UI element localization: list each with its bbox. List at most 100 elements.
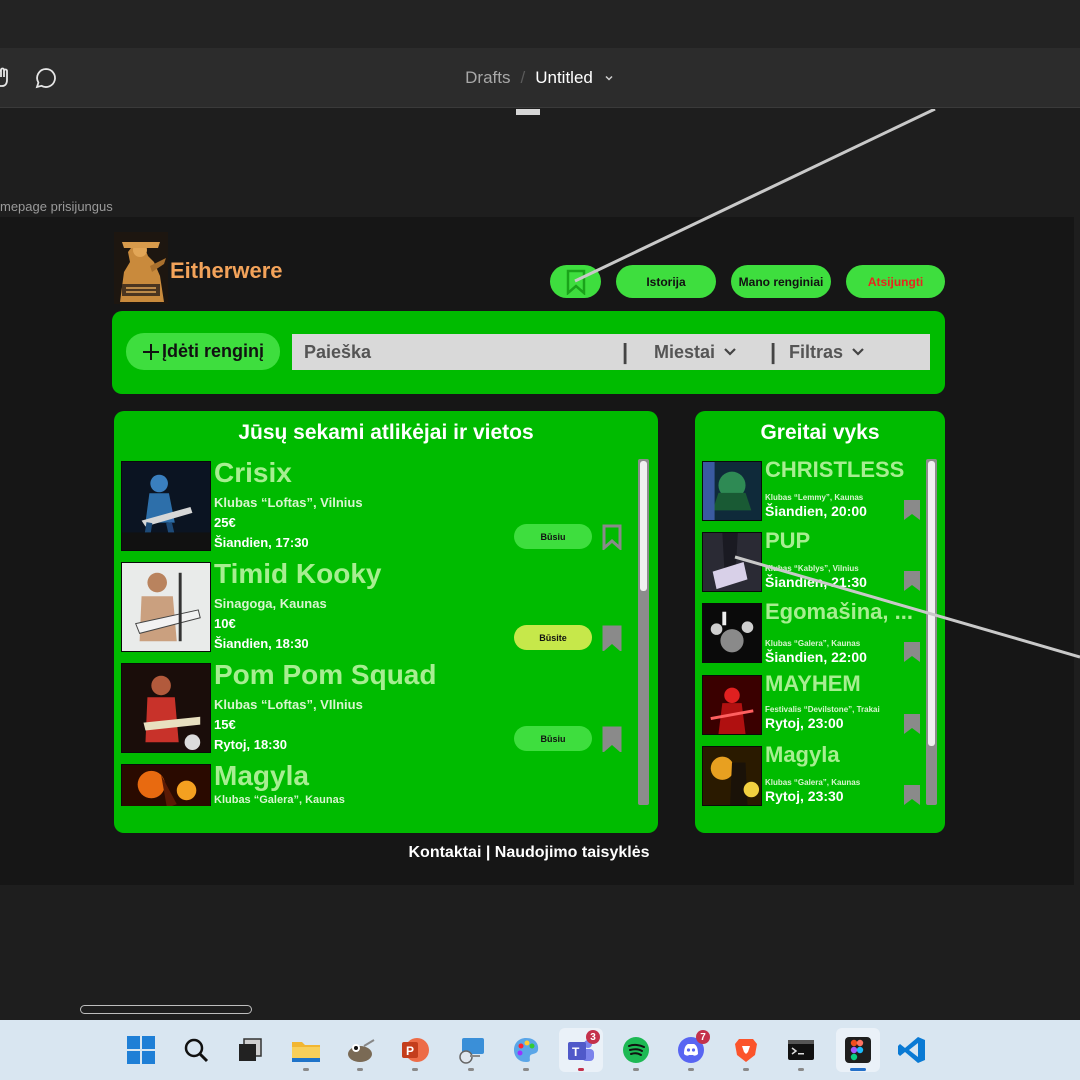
event-venue: Klubas “Kablys”, Vilnius [765, 564, 859, 573]
event-time: Rytoj, 23:00 [765, 715, 844, 731]
search-input[interactable]: Paieška | Miestai | Filtras [292, 334, 930, 370]
teams-button[interactable]: T 3 [559, 1028, 603, 1072]
event-name: CHRISTLESS [765, 461, 905, 482]
brave-button[interactable] [724, 1028, 768, 1072]
bookmark-icon[interactable] [602, 726, 622, 752]
svg-text:T: T [572, 1045, 580, 1059]
notification-badge: 3 [586, 1030, 600, 1044]
scrollbar-thumb[interactable] [640, 461, 647, 591]
event-venue: Klubas “Galera”, Kaunas [765, 778, 861, 787]
attending-button[interactable]: Būsite [514, 625, 592, 650]
bookmarks-button[interactable] [550, 265, 601, 298]
taskbar-search-button[interactable] [174, 1028, 218, 1072]
my-events-button[interactable]: Mano renginiai [731, 265, 831, 298]
svg-text:P: P [406, 1044, 414, 1058]
logout-button[interactable]: Atsijungti [846, 265, 945, 298]
event-time: Rytoj, 23:30 [765, 788, 844, 804]
breadcrumb: Drafts / Untitled [0, 48, 1080, 108]
spotify-button[interactable] [614, 1028, 658, 1072]
scrollbar[interactable] [638, 459, 649, 805]
figma-icon [845, 1037, 871, 1063]
start-button[interactable] [119, 1028, 163, 1072]
paint-button[interactable] [504, 1028, 548, 1072]
event-photo [702, 532, 762, 592]
event-name: MAYHEM [765, 671, 861, 696]
file-explorer-button[interactable] [284, 1028, 328, 1072]
soon-list[interactable]: CHRISTLESS Klubas “Lemmy”, Kaunas Šiandi… [702, 461, 928, 806]
running-indicator [468, 1068, 474, 1071]
event-name: Magyla [765, 742, 840, 767]
event-time: Rytoj, 18:30 [214, 737, 287, 752]
running-indicator [798, 1068, 804, 1071]
event-price: 10€ [214, 616, 236, 631]
bookmark-icon[interactable] [903, 713, 921, 735]
powerpoint-button[interactable]: P [393, 1028, 437, 1072]
frame-label[interactable]: mepage prisijungus [0, 199, 113, 214]
bookmark-icon[interactable] [903, 570, 921, 592]
cities-label: Miestai [654, 341, 716, 362]
footer-links[interactable]: Kontaktai | Naudojimo taisyklės [0, 844, 1066, 862]
discord-button[interactable]: 7 [669, 1028, 713, 1072]
running-indicator [357, 1068, 363, 1071]
figma-button[interactable] [836, 1028, 880, 1072]
event-price: 15€ [214, 717, 236, 732]
taskbar: P T 3 7 [0, 1020, 1080, 1080]
bookmark-icon[interactable] [903, 641, 921, 663]
running-indicator [578, 1068, 584, 1071]
canvas-horizontal-scrollbar[interactable] [80, 1005, 252, 1014]
event-name: PUP [765, 528, 811, 553]
chevron-down-icon[interactable] [603, 72, 615, 84]
event-name: Magyla [214, 760, 309, 791]
scrollbar-thumb[interactable] [928, 461, 935, 746]
file-title[interactable]: Untitled [535, 68, 593, 88]
search-icon [184, 1038, 209, 1063]
homepage-frame[interactable]: Eitherwere Istorija Mano renginiai Atsij… [0, 217, 1074, 885]
window-top-strip [0, 0, 1080, 48]
followed-panel: Jūsų sekami atlikėjai ir vietos Crisix K… [114, 411, 658, 833]
remote-desktop-button[interactable] [449, 1028, 493, 1072]
bookmark-icon[interactable] [602, 524, 622, 550]
attend-button[interactable]: Būsiu [514, 524, 592, 549]
event-name: Egomašina, ... [765, 599, 913, 624]
breadcrumb-separator: / [520, 68, 526, 87]
history-button[interactable]: Istorija [616, 265, 716, 298]
event-venue: Klubas “Loftas”, VIlnius [214, 697, 363, 712]
site-name[interactable]: Eitherwere [170, 258, 283, 284]
running-indicator [412, 1068, 418, 1071]
powerpoint-icon: P [402, 1038, 429, 1062]
bookmark-icon[interactable] [903, 784, 921, 806]
event-time: Šiandien, 22:00 [765, 649, 867, 665]
vscode-button[interactable] [890, 1028, 934, 1072]
running-indicator [303, 1068, 309, 1071]
event-name: Timid Kooky [214, 558, 382, 589]
cities-dropdown[interactable]: Miestai [654, 342, 737, 363]
add-event-button[interactable]: Įdėti renginį [126, 333, 280, 370]
canvas-shape[interactable] [516, 109, 540, 115]
followed-list[interactable]: Crisix Klubas “Loftas”, Vilnius 25€ Šian… [121, 461, 641, 806]
terminal-button[interactable] [779, 1028, 823, 1072]
event-price: 25€ [214, 515, 236, 530]
start-icon [127, 1036, 155, 1064]
remote-desktop-icon [459, 1038, 484, 1064]
figma-canvas[interactable]: mepage prisijungus Eitherwere Istorija M… [0, 109, 1080, 1020]
search-divider: | [770, 339, 777, 364]
bookmark-icon[interactable] [602, 625, 622, 651]
soon-panel: Greitai vyks CHRISTLESS Klubas “Lemmy”, … [695, 411, 945, 833]
gimp-icon [348, 1039, 375, 1062]
scrollbar[interactable] [926, 459, 937, 805]
bookmark-icon [566, 269, 585, 295]
bookmark-icon[interactable] [903, 499, 921, 521]
add-event-label: Įdėti renginį [161, 341, 264, 361]
breadcrumb-drafts[interactable]: Drafts [465, 68, 510, 88]
event-time: Šiandien, 18:30 [214, 636, 309, 651]
search-placeholder: Paieška [304, 341, 372, 362]
chevron-down-icon [724, 348, 736, 356]
paint-icon [514, 1038, 539, 1062]
filter-dropdown[interactable]: Filtras [789, 342, 865, 363]
attend-button[interactable]: Būsiu [514, 726, 592, 751]
task-view-button[interactable] [228, 1028, 272, 1072]
plus-icon [142, 343, 159, 360]
event-photo [702, 461, 762, 521]
gimp-button[interactable] [338, 1028, 382, 1072]
event-venue: Klubas “Lemmy”, Kaunas [765, 493, 864, 502]
